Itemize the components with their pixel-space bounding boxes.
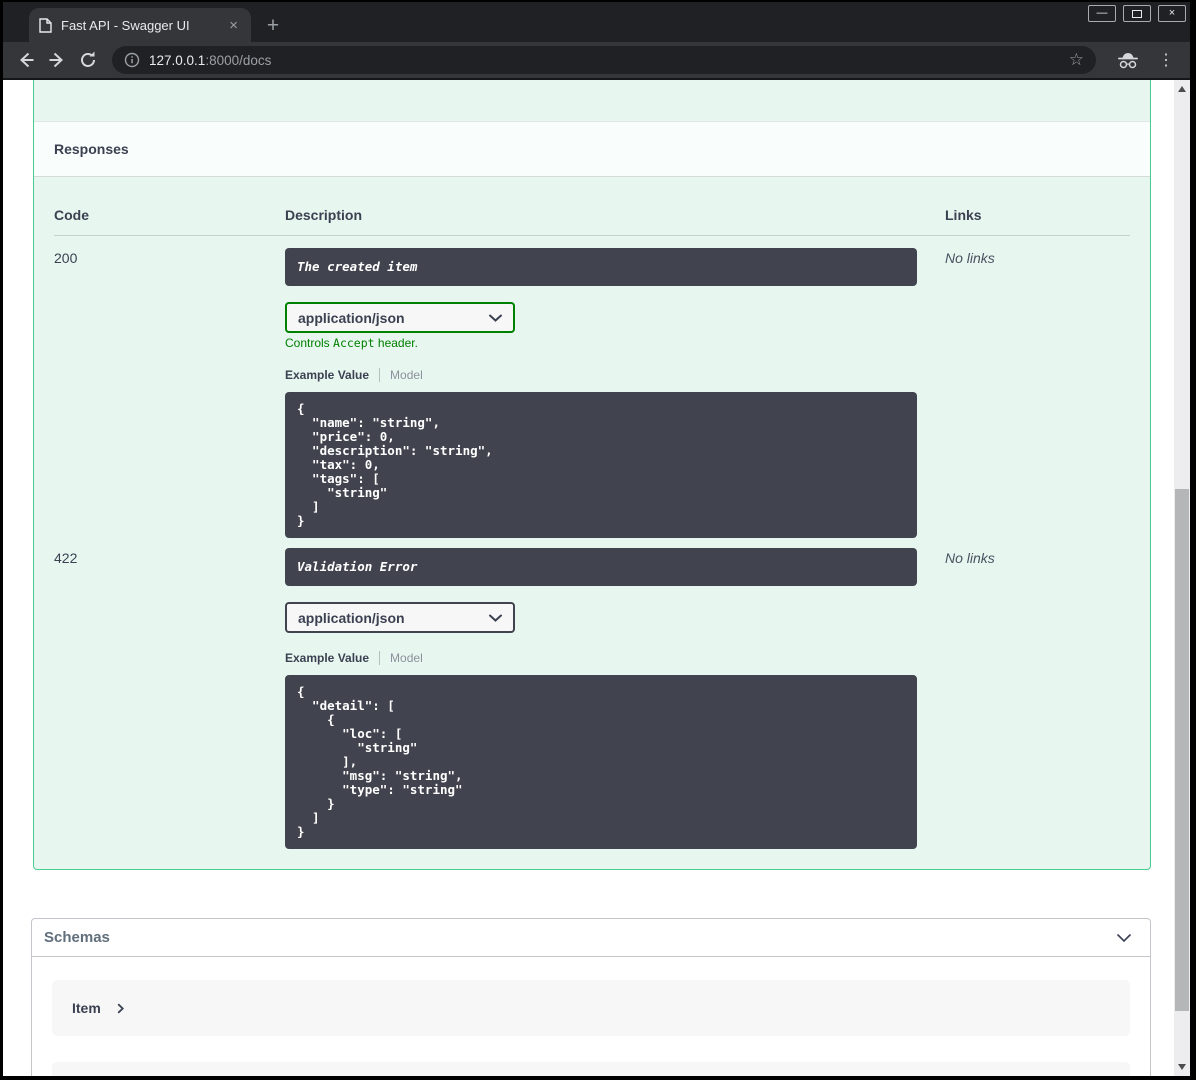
opblock-top-padding: [34, 80, 1150, 121]
url-path: :8000/docs: [205, 52, 272, 68]
response-code: 200: [54, 250, 78, 266]
response-description-cell: The created item application/json Contro…: [285, 248, 945, 538]
response-description-box: Validation Error: [285, 548, 917, 586]
response-links: No links: [945, 250, 995, 266]
response-row-422: 422 Validation Error application/json Ex…: [54, 548, 1130, 849]
col-header-links: Links: [945, 207, 982, 223]
tab-model[interactable]: Model: [390, 651, 423, 665]
close-button[interactable]: ×: [1158, 5, 1186, 22]
scrollbar-down-icon[interactable]: [1174, 1060, 1190, 1074]
model-validationerror[interactable]: ValidationError: [52, 1062, 1130, 1076]
schemas-header[interactable]: Schemas: [32, 919, 1150, 957]
responses-section-header: Responses: [34, 121, 1150, 177]
bookmark-star-icon[interactable]: ☆: [1069, 50, 1084, 70]
response-links: No links: [945, 550, 995, 566]
media-type-select[interactable]: application/json: [285, 602, 515, 633]
response-description-cell: Validation Error application/json Exampl…: [285, 548, 945, 849]
tab-example-value[interactable]: Example Value: [285, 368, 369, 382]
example-json-block: { "detail": [ { "loc": [ "string" ], "ms…: [285, 675, 917, 849]
scrollbar-thumb[interactable]: [1175, 489, 1189, 1011]
chevron-down-icon[interactable]: [1116, 933, 1132, 943]
schemas-body: Item ValidationError: [32, 957, 1150, 1076]
accept-header-message: Controls Accept header.: [285, 336, 418, 350]
media-type-select[interactable]: application/json: [285, 302, 515, 333]
tab-example-value[interactable]: Example Value: [285, 651, 369, 665]
tab-divider: [379, 368, 381, 382]
chevron-right-icon: [117, 1003, 124, 1013]
example-json-code: { "name": "string", "price": 0, "descrip…: [297, 401, 493, 528]
col-header-description: Description: [285, 207, 363, 223]
incognito-icon: [1116, 52, 1140, 69]
example-json-block: { "name": "string", "price": 0, "descrip…: [285, 392, 917, 538]
back-icon[interactable]: [13, 47, 39, 73]
schemas-section: Schemas Item ValidationError: [31, 918, 1151, 1076]
window-controls: — ×: [1088, 5, 1186, 22]
swagger-page: Responses Code Description Links 200 The…: [3, 80, 1190, 1076]
document-icon: [39, 17, 52, 33]
responses-table: Code Description Links 200 The created i…: [34, 177, 1150, 869]
chevron-down-icon: [489, 614, 502, 622]
kebab-menu-icon[interactable]: ⋮: [1152, 50, 1180, 70]
url-host: 127.0.0.1: [149, 52, 206, 68]
browser-toolbar: 127.0.0.1:8000/docs ☆ ⋮: [3, 42, 1190, 80]
example-model-tabs: Example Value Model: [285, 651, 945, 665]
browser-tab[interactable]: Fast API - Swagger UI ×: [29, 8, 251, 42]
responses-title: Responses: [54, 141, 129, 157]
schemas-title: Schemas: [44, 929, 110, 946]
responses-table-head: Code Description Links: [54, 197, 1130, 236]
minimize-button[interactable]: —: [1088, 5, 1116, 22]
info-icon[interactable]: [124, 52, 140, 68]
tab-title: Fast API - Swagger UI: [61, 17, 190, 33]
page-scrollbar[interactable]: [1174, 80, 1190, 1076]
address-bar[interactable]: 127.0.0.1:8000/docs ☆: [112, 46, 1096, 74]
response-code: 422: [54, 550, 78, 566]
col-header-code: Code: [54, 207, 89, 223]
response-description-box: The created item: [285, 248, 917, 286]
scrollbar-up-icon[interactable]: [1174, 82, 1190, 96]
new-tab-icon[interactable]: +: [261, 15, 285, 36]
forward-icon[interactable]: [44, 47, 70, 73]
maximize-button[interactable]: [1123, 5, 1151, 22]
tab-close-icon[interactable]: ×: [226, 18, 241, 33]
url-text: 127.0.0.1:8000/docs: [149, 53, 1069, 68]
example-json-code: { "detail": [ { "loc": [ "string" ], "ms…: [297, 684, 463, 839]
response-row-200: 200 The created item application/json Co…: [54, 236, 1130, 538]
model-item[interactable]: Item: [52, 980, 1130, 1036]
reload-icon[interactable]: [75, 47, 101, 73]
maximize-icon: [1132, 9, 1142, 18]
tab-strip: Fast API - Swagger UI × + — ×: [3, 2, 1190, 42]
tab-model[interactable]: Model: [390, 368, 423, 382]
opblock-responses: Responses Code Description Links 200 The…: [33, 80, 1151, 870]
tab-divider: [379, 651, 381, 665]
example-model-tabs: Example Value Model: [285, 368, 945, 382]
browser-window: Fast API - Swagger UI × + — × 127.0.0.1:…: [3, 2, 1190, 1076]
chevron-down-icon: [489, 314, 502, 322]
